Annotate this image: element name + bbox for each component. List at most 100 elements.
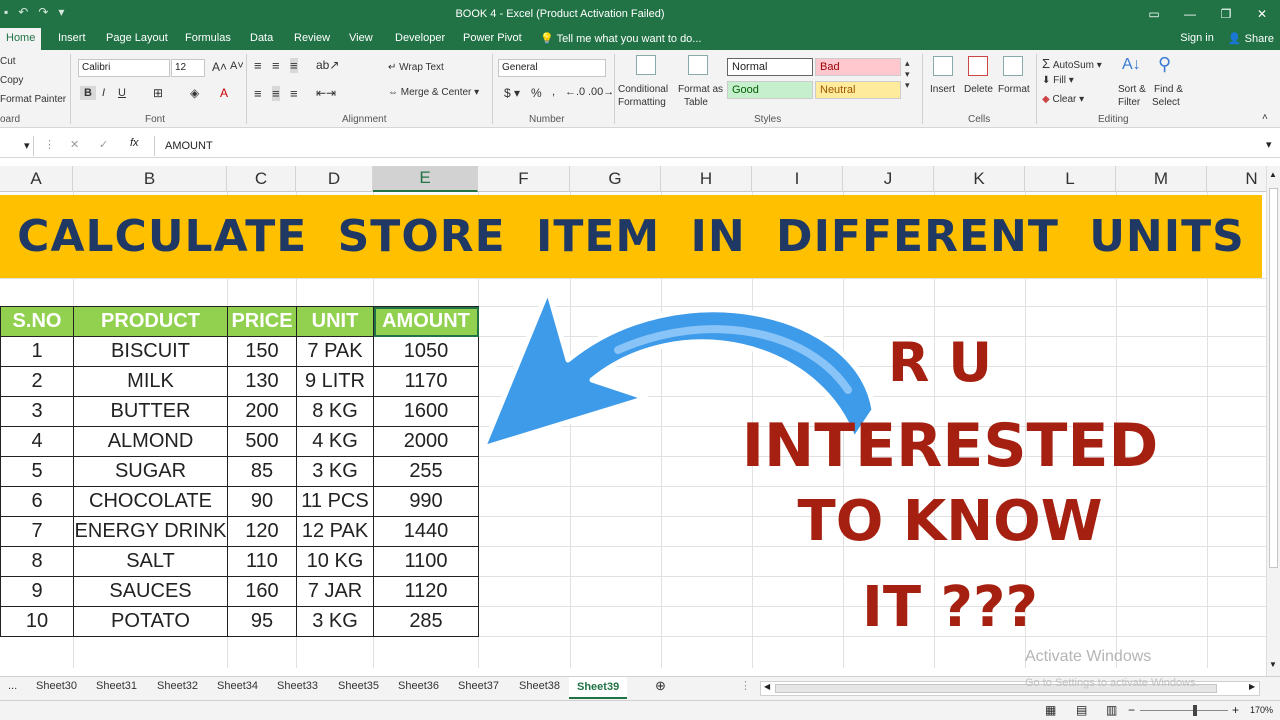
header-unit[interactable]: UNIT <box>296 306 374 337</box>
header-price[interactable]: PRICE <box>227 306 297 337</box>
middle-align-icon[interactable]: ≡ <box>272 58 280 73</box>
worksheet-grid[interactable]: CALCULATE STORE ITEM IN DIFFERENT UNITS … <box>0 192 1266 668</box>
close-button[interactable]: ✕ <box>1244 0 1280 28</box>
align-left-icon[interactable]: ≡ <box>254 86 262 101</box>
font-color-icon[interactable]: A <box>220 86 228 100</box>
cell-sno[interactable]: 4 <box>0 426 74 457</box>
cell-unit[interactable]: 7 JAR <box>296 576 374 607</box>
cell-price[interactable]: 95 <box>227 606 297 637</box>
cell-unit[interactable]: 9 LITR <box>296 366 374 397</box>
increase-decimal-icon[interactable]: ←.0 <box>565 86 585 98</box>
cell-unit[interactable]: 8 KG <box>296 396 374 427</box>
column-header-k[interactable]: K <box>934 166 1025 192</box>
cell-unit[interactable]: 7 PAK <box>296 336 374 367</box>
cancel-icon[interactable]: ✕ <box>70 138 79 151</box>
sheet-tab-sheet31[interactable]: Sheet31 <box>96 680 137 692</box>
find-select-button[interactable]: Find & <box>1154 84 1183 95</box>
indent-icon[interactable]: ⇤⇥ <box>316 86 336 100</box>
cell-product[interactable]: ENERGY DRINK <box>73 516 228 547</box>
percent-icon[interactable]: % <box>531 86 542 100</box>
scroll-up-icon[interactable]: ▲ <box>1269 170 1277 179</box>
column-header-h[interactable]: H <box>661 166 752 192</box>
sign-in-link[interactable]: Sign in <box>1180 32 1214 45</box>
column-header-b[interactable]: B <box>73 166 227 192</box>
style-bad[interactable]: Bad <box>815 58 901 76</box>
cell-sno[interactable]: 2 <box>0 366 74 397</box>
cell-product[interactable]: SAUCES <box>73 576 228 607</box>
sheet-tab-sheet34[interactable]: Sheet34 <box>217 680 258 692</box>
cell-unit[interactable]: 4 KG <box>296 426 374 457</box>
function-icon[interactable]: fx <box>130 137 139 149</box>
tab-review[interactable]: Review <box>294 32 330 44</box>
ribbon-display-icon[interactable]: ▭ <box>1136 0 1172 28</box>
borders-icon[interactable]: ⊞ <box>153 86 163 100</box>
format-painter-button[interactable]: Format Painter <box>0 94 66 105</box>
tab-home[interactable]: Home <box>0 28 42 50</box>
style-normal[interactable]: Normal <box>727 58 813 76</box>
cut-button[interactable]: Cut <box>0 56 16 67</box>
delete-cells-button[interactable]: Delete <box>964 84 993 95</box>
cell-price[interactable]: 120 <box>227 516 297 547</box>
cell-product[interactable]: POTATO <box>73 606 228 637</box>
cell-unit[interactable]: 12 PAK <box>296 516 374 547</box>
merge-center-button[interactable]: ⇔ Merge & Center ▾ <box>388 87 479 98</box>
align-center-icon[interactable]: ≡ <box>272 86 280 101</box>
column-header-g[interactable]: G <box>570 166 661 192</box>
tab-insert[interactable]: Insert <box>58 32 86 44</box>
styles-more-icon[interactable]: ▴ ▾ ▾ <box>905 58 910 91</box>
format-as-table-button[interactable]: Format as <box>678 84 723 95</box>
sheet-tab-sheet35[interactable]: Sheet35 <box>338 680 379 692</box>
column-header-l[interactable]: L <box>1025 166 1116 192</box>
comma-icon[interactable]: , <box>552 86 555 98</box>
bottom-align-icon[interactable]: ≡ <box>290 58 298 73</box>
page-break-view-icon[interactable]: ▥ <box>1106 703 1117 717</box>
collapse-ribbon-icon[interactable]: ˄ <box>1262 112 1268 123</box>
autosum-button[interactable]: Σ AutoSum ▾ <box>1042 56 1102 71</box>
cell-amount[interactable]: 1100 <box>373 546 479 577</box>
normal-view-icon[interactable]: ▦ <box>1045 703 1056 717</box>
enter-icon[interactable]: ✓ <box>99 138 108 151</box>
expand-formula-bar-icon[interactable]: ▾ <box>1266 138 1272 151</box>
fill-button[interactable]: ⬇ Fill ▾ <box>1042 75 1074 86</box>
cell-sno[interactable]: 10 <box>0 606 74 637</box>
cell-unit[interactable]: 11 PCS <box>296 486 374 517</box>
cell-amount[interactable]: 1170 <box>373 366 479 397</box>
header-amount[interactable]: AMOUNT <box>373 306 479 337</box>
column-header-m[interactable]: M <box>1116 166 1207 192</box>
copy-button[interactable]: Copy <box>0 75 23 86</box>
tab-page-layout[interactable]: Page Layout <box>106 32 168 44</box>
cell-amount[interactable]: 2000 <box>373 426 479 457</box>
cell-amount[interactable]: 1050 <box>373 336 479 367</box>
cell-product[interactable]: BUTTER <box>73 396 228 427</box>
cell-sno[interactable]: 5 <box>0 456 74 487</box>
sheet-tab-sheet36[interactable]: Sheet36 <box>398 680 439 692</box>
cell-price[interactable]: 200 <box>227 396 297 427</box>
font-size-select[interactable]: 12 <box>171 59 205 77</box>
number-format-select[interactable]: General <box>498 59 606 77</box>
wrap-text-button[interactable]: ↵ Wrap Text <box>388 62 444 73</box>
title-banner[interactable]: CALCULATE STORE ITEM IN DIFFERENT UNITS <box>0 195 1262 278</box>
cell-sno[interactable]: 8 <box>0 546 74 577</box>
cell-product[interactable]: MILK <box>73 366 228 397</box>
scroll-down-icon[interactable]: ▼ <box>1269 660 1277 669</box>
cell-amount[interactable]: 1120 <box>373 576 479 607</box>
sheet-tab-sheet39[interactable]: Sheet39 <box>569 677 628 699</box>
italic-button[interactable]: I <box>102 87 105 99</box>
cell-product[interactable]: CHOCOLATE <box>73 486 228 517</box>
tab-power-pivot[interactable]: Power Pivot <box>463 32 522 44</box>
style-good[interactable]: Good <box>727 81 813 99</box>
page-layout-view-icon[interactable]: ▤ <box>1076 703 1087 717</box>
tab-split-dots[interactable]: ⋮ <box>740 679 751 692</box>
cell-amount[interactable]: 1600 <box>373 396 479 427</box>
tab-formulas[interactable]: Formulas <box>185 32 231 44</box>
fill-color-icon[interactable]: ◈ <box>190 86 199 100</box>
column-header-c[interactable]: C <box>227 166 296 192</box>
header-product[interactable]: PRODUCT <box>73 306 228 337</box>
cell-product[interactable]: ALMOND <box>73 426 228 457</box>
scroll-right-icon[interactable]: ▶ <box>1249 682 1255 691</box>
cell-sno[interactable]: 6 <box>0 486 74 517</box>
tab-developer[interactable]: Developer <box>395 32 445 44</box>
minimize-button[interactable]: — <box>1172 0 1208 28</box>
cell-amount[interactable]: 990 <box>373 486 479 517</box>
cell-product[interactable]: SUGAR <box>73 456 228 487</box>
